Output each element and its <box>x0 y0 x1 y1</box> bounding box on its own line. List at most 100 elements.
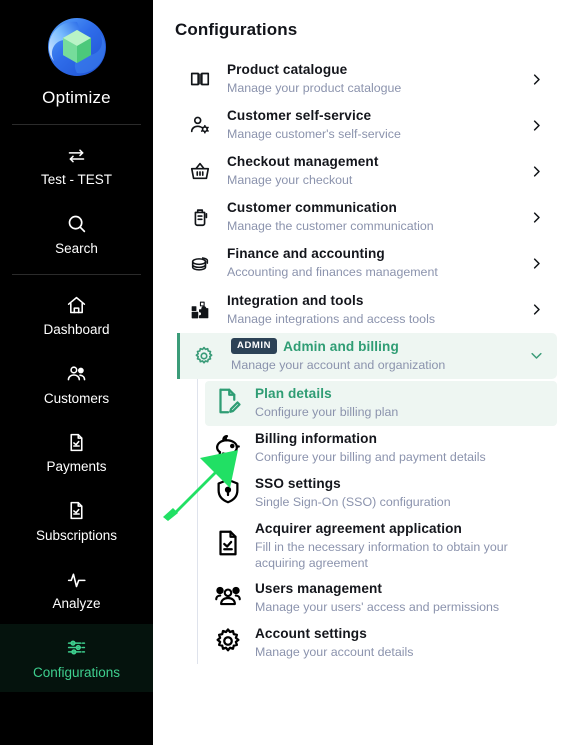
sidebar-item-subscriptions[interactable]: Subscriptions <box>0 487 153 556</box>
book-icon <box>185 68 215 90</box>
config-row-title: Customer communication <box>227 200 397 216</box>
sidebar-item-label: Analyze <box>52 596 101 611</box>
config-row-title: Checkout management <box>227 154 379 170</box>
config-row-title: Product catalogue <box>227 62 348 77</box>
admin-subrow-users-management[interactable]: Users management Manage your users' acce… <box>205 576 557 621</box>
sliders-icon <box>66 637 88 659</box>
config-row-subtitle: Manage customer's self-service <box>227 127 401 142</box>
config-row-text: Customer communication Manage the custom… <box>215 200 523 234</box>
admin-sublist: Plan details Configure your billing plan… <box>175 378 557 666</box>
page-title: Configurations <box>175 20 298 39</box>
admin-subrow-text: Billing information Configure your billi… <box>243 431 486 465</box>
admin-subrow-plan-details[interactable]: Plan details Configure your billing plan <box>205 380 557 426</box>
app-root: Optimize Test - TEST Search Dashboard Cu… <box>0 0 573 745</box>
config-row-subtitle: Manage your product catalogue <box>227 80 402 95</box>
users-group-icon <box>213 581 243 616</box>
config-row-title: Finance and accounting <box>227 246 385 262</box>
chevron-right-icon[interactable] <box>523 164 549 179</box>
sidebar-item-label: Customers <box>43 390 110 406</box>
config-row-product-catalogue[interactable]: Product catalogue Manage your product ca… <box>175 56 557 102</box>
config-row-subtitle: Manage your account and organization <box>231 357 446 372</box>
config-row-customer-communication[interactable]: Customer communication Manage the custom… <box>175 194 557 240</box>
sidebar-divider-2 <box>12 274 141 275</box>
sidebar-item-label: Configurations <box>32 664 121 680</box>
config-row-integration-and-tools[interactable]: Integration and tools Manage integration… <box>175 287 557 333</box>
config-row-finance-and-accounting[interactable]: Finance and accounting Accounting and fi… <box>175 240 557 286</box>
search-icon <box>66 213 88 235</box>
sidebar-item-label: Subscriptions <box>35 527 118 543</box>
config-row-title: Admin and billing <box>283 338 399 354</box>
admin-subrow-acquirer-agreement-application[interactable]: Acquirer agreement application Fill in t… <box>205 516 557 576</box>
config-row-title-line: ADMIN Admin and billing <box>231 338 523 356</box>
status-badge-admin: ADMIN <box>231 338 278 354</box>
sidebar-item-label: Payments <box>46 459 107 474</box>
config-row-text: Finance and accounting Accounting and fi… <box>215 246 523 280</box>
admin-subrow-title: Billing information <box>255 431 377 447</box>
chevron-right-icon[interactable] <box>523 72 549 87</box>
config-row-text: Customer self-service Manage customer's … <box>215 108 523 142</box>
config-row-customer-self-service[interactable]: Customer self-service Manage customer's … <box>175 102 557 148</box>
sidebar-item-account-switch[interactable]: Test - TEST <box>0 131 153 200</box>
config-row-admin-and-billing[interactable]: ADMIN Admin and billing Manage your accou… <box>177 332 557 379</box>
basket-icon <box>185 160 215 182</box>
user-gear-icon <box>185 114 215 136</box>
config-row-checkout-management[interactable]: Checkout management Manage your checkout <box>175 148 557 194</box>
sidebar-item-dashboard[interactable]: Dashboard <box>0 281 153 350</box>
config-row-subtitle: Accounting and finances management <box>227 265 438 280</box>
config-row-text: ADMIN Admin and billing Manage your accou… <box>219 338 523 373</box>
megaphone-icon <box>185 206 215 228</box>
config-row-text: Checkout management Manage your checkout <box>215 154 523 188</box>
admin-subrow-account-settings[interactable]: Account settings Manage your account det… <box>205 621 557 666</box>
users-icon <box>66 363 88 385</box>
sidebar-item-analyze[interactable]: Analyze <box>0 555 153 624</box>
sidebar-account-label: Test - TEST <box>40 172 112 187</box>
admin-subrow-text: Plan details Configure your billing plan <box>243 386 398 420</box>
sidebar-item-search[interactable]: Search <box>0 200 153 269</box>
shield-lock-icon <box>213 476 243 511</box>
config-row-subtitle: Manage your checkout <box>227 173 353 188</box>
chevron-right-icon[interactable] <box>523 210 549 225</box>
document-edit-icon <box>213 386 243 421</box>
config-row-subtitle: Manage integrations and access tools <box>227 311 436 326</box>
admin-subrow-title: Account settings <box>255 626 367 642</box>
sidebar-search-label: Search <box>55 240 98 256</box>
config-row-subtitle: Manage the customer communication <box>227 219 434 234</box>
admin-subrow-subtitle: Configure your billing and payment detai… <box>255 450 486 465</box>
sidebar: Optimize Test - TEST Search Dashboard Cu… <box>0 0 153 745</box>
admin-subrow-title: SSO settings <box>255 476 341 492</box>
brand-name: Optimize <box>42 88 111 107</box>
admin-subrow-subtitle: Single Sign-On (SSO) configuration <box>255 495 451 510</box>
pulse-icon <box>66 568 88 590</box>
config-row-text: Integration and tools Manage integration… <box>215 293 523 327</box>
piggy-bank-icon <box>213 431 243 466</box>
admin-subrow-subtitle: Manage your users' access and permission… <box>255 600 500 615</box>
admin-subrow-title: Users management <box>255 581 383 597</box>
switch-arrows-icon <box>66 144 88 166</box>
admin-subrow-title: Acquirer agreement application <box>255 520 462 536</box>
puzzle-icon <box>185 299 215 321</box>
config-row-text: Product catalogue Manage your product ca… <box>215 62 523 96</box>
chevron-right-icon[interactable] <box>523 302 549 317</box>
admin-subrow-text: Account settings Manage your account det… <box>243 626 413 660</box>
chevron-right-icon[interactable] <box>523 256 549 271</box>
gear-icon <box>213 626 243 661</box>
admin-subrow-billing-information[interactable]: Billing information Configure your billi… <box>205 426 557 471</box>
brand: Optimize <box>0 8 153 118</box>
document-icon <box>213 528 243 563</box>
chevron-down-icon[interactable] <box>523 348 549 363</box>
document-icon <box>66 500 88 522</box>
sidebar-item-customers[interactable]: Customers <box>0 350 153 419</box>
admin-subrow-text: Users management Manage your users' acce… <box>243 581 499 615</box>
admin-subrow-subtitle: Fill in the necessary information to obt… <box>255 539 508 570</box>
gear-icon <box>189 345 219 367</box>
admin-subrow-subtitle: Configure your billing plan <box>255 405 399 420</box>
admin-subrow-text: Acquirer agreement application Fill in t… <box>243 521 549 571</box>
admin-subrow-sso-settings[interactable]: SSO settings Single Sign-On (SSO) config… <box>205 471 557 516</box>
sidebar-item-payments[interactable]: Payments <box>0 418 153 487</box>
document-icon <box>66 431 88 453</box>
admin-subrow-title: Plan details <box>255 386 332 402</box>
sidebar-divider-1 <box>12 124 141 125</box>
sidebar-item-label: Dashboard <box>43 322 110 337</box>
sidebar-item-configurations[interactable]: Configurations <box>0 623 153 692</box>
chevron-right-icon[interactable] <box>523 118 549 133</box>
